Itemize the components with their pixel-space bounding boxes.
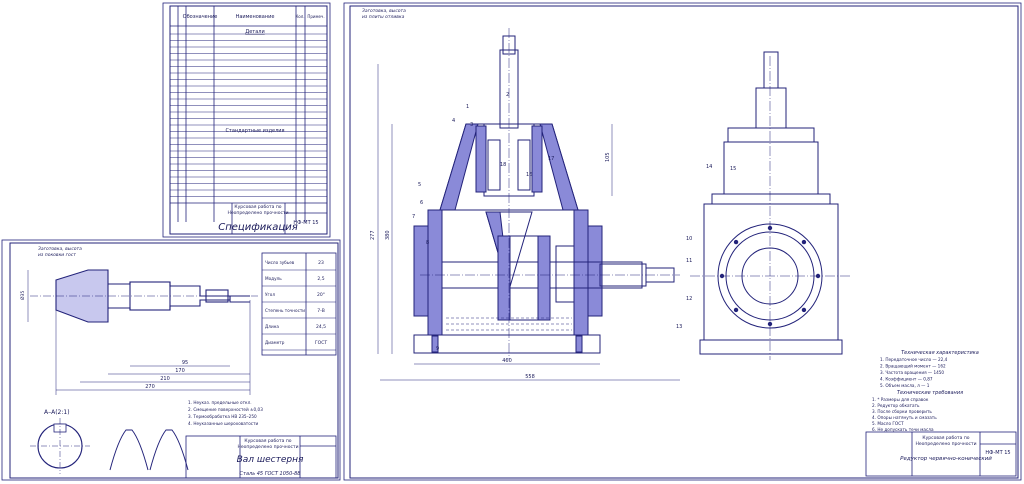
callout-number: 3 [470, 122, 473, 128]
callout-number: 8 [426, 240, 429, 246]
bolt-mark [733, 239, 739, 245]
req-line: 4. Опоры натянуть и смазать [872, 415, 937, 420]
callout-number: 10 [686, 236, 692, 242]
shaft-doc-title: Вал шестерня [237, 455, 304, 465]
spec-col-header-qty: Кол. [295, 14, 304, 19]
technical-requirements: 1. * Размеры для справок2. Редуктор обка… [872, 397, 937, 432]
asm-req-title: Технические требования [897, 390, 963, 396]
callout-number: 7 [412, 214, 415, 220]
shaft-sheet [1, 239, 341, 481]
callout-number: 6 [420, 200, 423, 206]
req-line: 3. После сборки проверить [872, 409, 932, 414]
bolt-mark [815, 273, 821, 279]
asm-tech-title: Техническая характеристика [901, 350, 979, 356]
bolt-mark [767, 225, 773, 231]
asm-dim-top: 105 [605, 152, 611, 162]
param-name: Длина [265, 324, 279, 329]
callout-number: 4 [452, 118, 455, 124]
asm-title-top: Курсовая работа по [922, 435, 969, 441]
asm-doc-code: НФ-МТ 15 [985, 450, 1010, 456]
tech-line: 2. Вращающий момент — 162 [880, 364, 946, 369]
shaft-dim-4: 95 [182, 360, 188, 366]
shaft-note-top: Заготовка, высота [38, 246, 82, 252]
callout-number: 17 [548, 156, 554, 162]
shaft-notes: 1. Неуказ. предельные откл. 2. Смещение п… [188, 400, 263, 426]
param-value: ГОСТ [315, 340, 327, 346]
shaft-note-line: 1. Неуказ. предельные откл. [188, 400, 252, 405]
asm-header-note: Заготовка, высота [362, 8, 406, 14]
param-value: 20° [317, 292, 325, 298]
callout-number: 16 [526, 172, 532, 178]
shaft-material: Сталь 45 ГОСТ 1050-88 [240, 471, 301, 477]
spec-sheet [162, 2, 331, 238]
callout-number: 15 [730, 166, 736, 172]
spec-col-header-note: Примеч. [307, 14, 324, 19]
spec-col-header-name: Наименование [236, 14, 275, 20]
req-line: 2. Редуктор обкатать [872, 403, 920, 408]
asm-dim-height2: 380 [385, 230, 391, 240]
param-name: Степень точности [265, 308, 305, 313]
shaft-note-top2: из поковки гост [38, 253, 76, 258]
shaft-title-top: Курсовая работа по [244, 438, 291, 444]
tech-characteristics: 1. Передаточное число — 22,4 2. Вращающий… [880, 357, 948, 388]
bolt-mark [767, 321, 773, 327]
spec-col-header-designation: Обозначение [183, 14, 218, 20]
param-name: Угол [265, 292, 275, 297]
shaft-section-label: А–А(2:1) [44, 409, 70, 416]
shaft-note-line: 4. Неуказанные шероховатости [188, 421, 259, 426]
shaft-dim-2: 210 [160, 376, 170, 382]
shaft-dim-total: 270 [145, 384, 155, 390]
bolt-mark [733, 307, 739, 313]
param-value: 23 [318, 260, 324, 266]
req-line: 6. Не допускать течи масла [872, 427, 934, 432]
param-name: Модуль [265, 276, 282, 281]
shaft-title-mid: Неопределено прочности [237, 444, 298, 450]
callout-number: 11 [686, 258, 692, 264]
req-line: 1. * Размеры для справок [872, 397, 929, 402]
bolt-mark [801, 307, 807, 313]
bolt-mark [801, 239, 807, 245]
callout-number: 9 [436, 346, 439, 352]
shaft-dim-3: 170 [175, 368, 185, 374]
callout-number: 18 [500, 162, 506, 168]
req-line: 5. Масло ГОСТ [872, 421, 904, 426]
drawing-canvas: Обозначение Наименование Кол. Примеч. Де… [1, 2, 1022, 481]
spec-doc-title: Спецификация [218, 222, 298, 233]
tech-line: 3. Частота вращения — 1450 [880, 370, 944, 375]
asm-doc-title: Редуктор червячно-конический [900, 456, 992, 462]
param-name: Число зубьев [265, 260, 295, 265]
tech-line: 5. Объем масла, л — 1 [880, 383, 930, 388]
spec-section-details: Детали [245, 29, 264, 35]
spec-doc-code: НФ-МТ 15 [293, 220, 318, 226]
asm-dim-width: 558 [525, 374, 535, 380]
asm-dim-base: 460 [502, 358, 512, 364]
tech-line: 4. Коэффициент — 0,87 [880, 377, 933, 382]
spec-section-standard: Стандартные изделия [225, 128, 284, 134]
shaft-note-line: 3. Термообработка HB 235–250 [188, 414, 257, 419]
param-value: 24,5 [316, 324, 326, 330]
reducer-main-view [413, 28, 680, 360]
param-name: Диаметр [265, 340, 285, 345]
bolt-mark [719, 273, 725, 279]
callout-number: 13 [676, 324, 682, 330]
asm-header-note2: из плиты отливка [362, 15, 405, 20]
param-value: 7-В [317, 308, 325, 314]
callout-number: 5 [418, 182, 421, 188]
callout-number: 2 [506, 92, 509, 98]
asm-dim-height: 277 [370, 230, 376, 240]
reducer-side-view [690, 51, 852, 360]
param-value: 2,5 [317, 276, 324, 282]
callout-number: 1 [466, 104, 469, 110]
tech-line: 1. Передаточное число — 22,4 [880, 357, 948, 362]
shaft-dim-dia: Ø35 [19, 291, 26, 300]
shaft-note-line: 2. Смещение поверхностей ±0,03 [188, 407, 263, 412]
shaft-params-table: Число зубьев 23 Модуль 2,5 Угол 20° Степень то… [262, 260, 336, 351]
asm-title-mid: Неопределено прочности [915, 441, 976, 447]
spec-title-mid: Неопределено прочности [227, 210, 288, 216]
callout-number: 12 [686, 296, 692, 302]
callout-number: 14 [706, 164, 712, 170]
spec-title-top: Курсовая работа по [234, 204, 281, 210]
